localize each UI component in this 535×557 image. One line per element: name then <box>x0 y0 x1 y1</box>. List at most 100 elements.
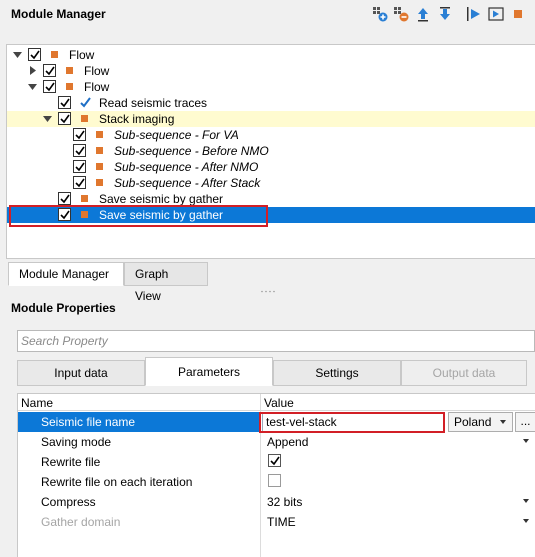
property-name-cell[interactable]: Seismic file name <box>18 412 260 432</box>
tree-item-flow[interactable]: Flow <box>7 79 535 95</box>
property-name-cell: Gather domain <box>18 512 260 532</box>
property-name: Rewrite file <box>41 455 101 469</box>
saving-mode-select[interactable]: Append <box>261 432 535 452</box>
property-name: Gather domain <box>41 515 121 529</box>
module-properties-title: Module Properties <box>11 301 116 315</box>
chevron-down-icon <box>500 420 506 424</box>
tree-checkbox[interactable] <box>43 80 56 93</box>
module-square-icon <box>96 147 103 154</box>
tree-item-label: Flow <box>84 64 110 78</box>
tree-checkbox[interactable] <box>58 96 71 109</box>
tree-item-label: Sub-sequence - For VA <box>114 128 239 142</box>
property-name-cell[interactable]: Compress <box>18 492 260 512</box>
move-up-icon[interactable] <box>414 5 432 23</box>
compress-select[interactable]: 32 bits <box>261 492 535 512</box>
tree-item-label: Flow <box>69 48 95 62</box>
add-module-icon[interactable] <box>371 5 389 23</box>
run-step-icon[interactable] <box>487 5 505 23</box>
expanded-arrow-icon[interactable] <box>28 82 37 91</box>
tab-module-manager[interactable]: Module Manager <box>8 262 124 286</box>
property-row-gather-domain[interactable]: Gather domain TIME <box>18 512 535 532</box>
module-square-icon <box>96 163 103 170</box>
tab-parameters[interactable]: Parameters <box>145 357 273 386</box>
tree-checkbox[interactable] <box>58 112 71 125</box>
locale-select[interactable]: Poland <box>448 412 513 432</box>
tree-item-label: Read seismic traces <box>99 96 208 110</box>
tab-output-data: Output data <box>401 360 527 386</box>
rewrite-each-iteration-checkbox[interactable] <box>268 474 281 487</box>
tree-checkbox[interactable] <box>73 176 86 189</box>
module-square-icon <box>66 67 73 74</box>
tree-item-sub-sequence[interactable]: Sub-sequence - After NMO <box>7 159 535 175</box>
tree-item-label: Sub-sequence - Before NMO <box>114 144 269 158</box>
module-square-icon <box>81 195 88 202</box>
property-row-rewrite-each-iteration[interactable]: Rewrite file on each iteration <box>18 472 535 492</box>
tree-item-label: Flow <box>84 80 110 94</box>
module-square-icon <box>51 51 58 58</box>
tree-checkbox[interactable] <box>73 128 86 141</box>
module-manager-header: Module Manager <box>0 0 535 28</box>
tree-item-flow-root[interactable]: Flow <box>7 47 535 63</box>
module-square-icon <box>96 131 103 138</box>
property-name-cell[interactable]: Saving mode <box>18 432 260 452</box>
property-name: Rewrite file on each iteration <box>41 475 193 489</box>
tree-item-sub-sequence[interactable]: Sub-sequence - After Stack <box>7 175 535 191</box>
module-square-icon <box>81 115 88 122</box>
grid-header: Name Value <box>18 394 535 411</box>
property-value: TIME <box>267 515 296 529</box>
tab-graph-view[interactable]: Graph View <box>124 262 208 303</box>
locale-value: Poland <box>454 415 492 429</box>
tree-checkbox[interactable] <box>73 160 86 173</box>
properties-tabs: Input data Parameters Settings Output da… <box>17 357 535 386</box>
module-square-icon <box>96 179 103 186</box>
remove-module-icon[interactable] <box>392 5 410 23</box>
property-name-cell[interactable]: Rewrite file on each iteration <box>18 472 260 492</box>
property-row-rewrite-file[interactable]: Rewrite file <box>18 452 535 472</box>
property-value: 32 bits <box>267 495 303 509</box>
property-value-cell[interactable] <box>261 472 535 492</box>
tree-checkbox[interactable] <box>28 48 41 61</box>
property-name: Seismic file name <box>41 415 136 429</box>
tree-item-sub-sequence[interactable]: Sub-sequence - Before NMO <box>7 143 535 159</box>
property-grid: Name Value Seismic file name test-vel-st… <box>17 393 535 557</box>
column-header-value: Value <box>264 396 294 410</box>
property-name: Saving mode <box>41 435 112 449</box>
tree-item-stack-imaging[interactable]: Stack imaging <box>7 111 535 127</box>
rewrite-file-checkbox[interactable] <box>268 454 281 467</box>
tree-item-sub-sequence[interactable]: Sub-sequence - For VA <box>7 127 535 143</box>
module-manager-tabs: Module Manager Graph View <box>6 262 535 303</box>
property-value: Append <box>267 435 309 449</box>
tree-checkbox[interactable] <box>58 192 71 205</box>
property-row-compress[interactable]: Compress 32 bits <box>18 492 535 512</box>
move-down-icon[interactable] <box>436 5 454 23</box>
flow-tree: Flow Flow Flow Read seismic traces Stack… <box>6 44 535 259</box>
chevron-down-icon <box>523 439 529 443</box>
tree-checkbox[interactable] <box>73 144 86 157</box>
tree-item-read-seismic-traces[interactable]: Read seismic traces <box>7 95 535 111</box>
property-row-saving-mode[interactable]: Saving mode Append <box>18 432 535 452</box>
tab-input-data[interactable]: Input data <box>17 360 145 386</box>
stop-icon[interactable] <box>509 5 527 23</box>
splitter-grip-icon[interactable] <box>260 290 276 293</box>
tree-item-label: Stack imaging <box>99 112 175 126</box>
module-square-icon <box>66 83 73 90</box>
search-property-input[interactable]: Search Property <box>17 330 535 352</box>
property-name-cell[interactable]: Rewrite file <box>18 452 260 472</box>
gather-domain-select[interactable]: TIME <box>261 512 535 532</box>
property-value-cell[interactable] <box>261 452 535 472</box>
tab-settings[interactable]: Settings <box>273 360 401 386</box>
tree-item-label: Save seismic by gather <box>99 192 224 206</box>
collapsed-arrow-icon[interactable] <box>28 66 37 75</box>
expanded-arrow-icon[interactable] <box>43 114 52 123</box>
highlight-box <box>9 205 268 227</box>
column-header-name: Name <box>21 396 54 410</box>
module-manager-title: Module Manager <box>11 7 106 21</box>
tree-item-label: Sub-sequence - After NMO <box>114 160 259 174</box>
run-icon[interactable] <box>465 5 483 23</box>
tree-item-flow[interactable]: Flow <box>7 63 535 79</box>
expanded-arrow-icon[interactable] <box>13 50 22 59</box>
tree-checkbox[interactable] <box>43 64 56 77</box>
browse-button[interactable]: ... <box>515 412 535 432</box>
property-name: Compress <box>41 495 96 509</box>
completed-check-icon <box>80 97 91 108</box>
